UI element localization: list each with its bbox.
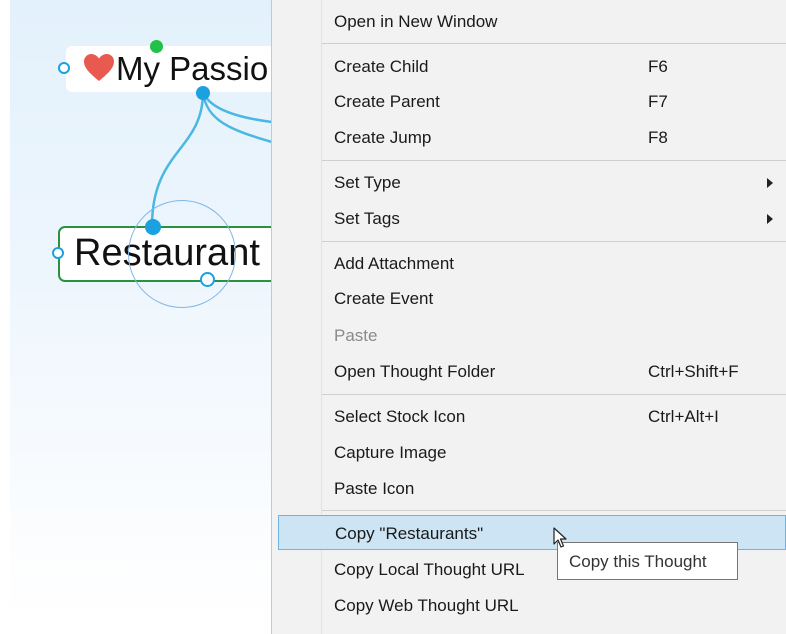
heart-icon — [84, 54, 114, 81]
link-to-right-child-2 — [201, 91, 272, 124]
menu-item-label: Open in New Window — [334, 12, 498, 31]
menu-item-open-new-window[interactable]: Open in New Window — [272, 4, 786, 40]
menu-item-create-parent[interactable]: Create Parent F7 — [272, 84, 786, 120]
menu-item-label: Create Event — [334, 289, 434, 308]
menu-item-add-attachment[interactable]: Add Attachment — [272, 246, 786, 282]
menu-item-select-stock-icon[interactable]: Select Stock Icon Ctrl+Alt+I — [272, 399, 786, 435]
menu-item-label: Set Type — [334, 173, 401, 192]
submenu-arrow-icon — [767, 214, 773, 224]
menu-item-paste-icon[interactable]: Paste Icon — [272, 471, 786, 507]
thought-my-passions[interactable]: My Passio — [58, 46, 272, 92]
menu-separator — [322, 241, 786, 242]
menu-item-label: Paste — [334, 326, 378, 345]
menu-item-label: Paste Icon — [334, 479, 415, 498]
menu-item-label: Add Attachment — [334, 254, 455, 273]
menu-item-label: Copy Local Thought URL — [334, 560, 525, 579]
menu-item-label: Set Tags — [334, 209, 400, 228]
menu-separator — [322, 160, 786, 161]
menu-item-shortcut: Ctrl+Shift+F — [648, 362, 739, 381]
menu-separator — [322, 510, 786, 511]
tooltip-text: Copy this Thought — [569, 552, 707, 571]
focus-ring — [128, 200, 236, 308]
mindmap-canvas[interactable]: My Passio Restaurant — [10, 0, 272, 622]
child-gate-bottom[interactable] — [200, 272, 215, 287]
menu-separator — [322, 43, 786, 44]
child-gate-left[interactable] — [52, 247, 64, 259]
context-menu: Open in New Window Create Child F6 Creat… — [271, 0, 786, 634]
child-gate-top[interactable] — [145, 219, 161, 235]
menu-item-shortcut: F6 — [648, 57, 668, 76]
menu-item-label: Open Thought Folder — [334, 362, 496, 381]
tooltip: Copy this Thought — [557, 542, 738, 580]
menu-item-shortcut: F8 — [648, 128, 668, 147]
menu-item-copy-web-thought-url[interactable]: Copy Web Thought URL — [272, 588, 786, 624]
menu-item-label: Capture Image — [334, 443, 447, 462]
menu-item-label: Copy Web Thought URL — [334, 596, 519, 615]
menu-item-set-tags[interactable]: Set Tags — [272, 201, 786, 237]
menu-item-create-event[interactable]: Create Event — [272, 281, 786, 317]
thought-links — [150, 91, 272, 227]
mouse-cursor-icon — [553, 527, 567, 548]
parent-thought-label: My Passio — [116, 50, 269, 87]
menu-item-open-thought-folder[interactable]: Open Thought Folder Ctrl+Shift+F — [272, 354, 786, 390]
menu-item-capture-image[interactable]: Capture Image — [272, 435, 786, 471]
menu-separator — [322, 394, 786, 395]
menu-item-paste: Paste — [272, 318, 786, 354]
menu-item-label: Create Parent — [334, 92, 440, 111]
submenu-arrow-icon — [767, 178, 773, 188]
parent-gate-bottom[interactable] — [196, 86, 210, 100]
menu-item-label: Copy "Restaurants" — [335, 524, 484, 543]
menu-item-shortcut: Ctrl+Alt+I — [648, 407, 719, 426]
menu-item-create-child[interactable]: Create Child F6 — [272, 49, 786, 85]
menu-item-create-jump[interactable]: Create Jump F8 — [272, 120, 786, 156]
link-to-right-child-1 — [201, 91, 272, 144]
menu-item-shortcut: F7 — [648, 92, 668, 111]
menu-item-label: Select Stock Icon — [334, 407, 466, 426]
menu-item-set-type[interactable]: Set Type — [272, 165, 786, 201]
menu-item-label: Create Jump — [334, 128, 432, 147]
parent-gate-top[interactable] — [150, 40, 163, 53]
menu-item-label: Create Child — [334, 57, 429, 76]
parent-gate-left[interactable] — [58, 62, 70, 74]
